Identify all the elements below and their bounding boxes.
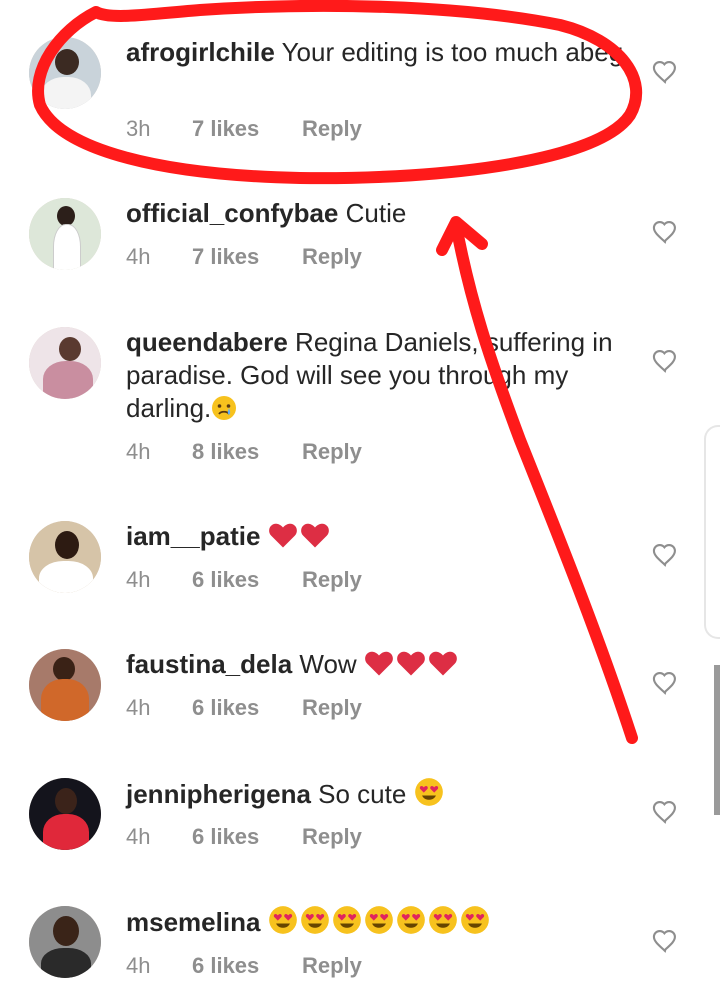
- comment-body: Wow: [292, 649, 364, 679]
- comment-meta: 4h 6 likes Reply: [126, 824, 362, 850]
- likes-count[interactable]: 6 likes: [192, 953, 302, 979]
- comment-meta: 4h 8 likes Reply: [126, 439, 362, 465]
- likes-count[interactable]: 7 likes: [192, 116, 302, 142]
- side-panel-edge: [704, 425, 720, 639]
- reply-button[interactable]: Reply: [302, 695, 362, 721]
- avatar[interactable]: [29, 778, 101, 850]
- likes-count[interactable]: 6 likes: [192, 567, 302, 593]
- avatar[interactable]: [29, 649, 101, 721]
- crying-face-emoji: [211, 395, 237, 429]
- reply-button[interactable]: Reply: [302, 116, 362, 142]
- comment-text: official_confybae Cutie: [126, 197, 636, 230]
- reply-button[interactable]: Reply: [302, 567, 362, 593]
- avatar[interactable]: [29, 906, 101, 978]
- comment-text: faustina_dela Wow: [126, 648, 636, 685]
- heart-eyes-emoji: [460, 905, 490, 943]
- likes-count[interactable]: 8 likes: [192, 439, 302, 465]
- comment-text: afrogirlchile Your editing is too much a…: [126, 36, 636, 69]
- timestamp: 3h: [126, 116, 151, 141]
- timestamp: 4h: [126, 953, 151, 978]
- timestamp: 4h: [126, 824, 151, 849]
- comment-meta: 3h 7 likes Reply: [126, 116, 362, 142]
- heart-eyes-emoji: [300, 905, 330, 943]
- heart-icon[interactable]: [651, 218, 679, 246]
- username[interactable]: iam__patie: [126, 521, 260, 551]
- comment-text: jennipherigena So cute: [126, 777, 636, 815]
- heart-icon[interactable]: [651, 798, 679, 826]
- red-heart-emoji: [396, 649, 426, 685]
- heart-icon[interactable]: [651, 347, 679, 375]
- likes-count[interactable]: 7 likes: [192, 244, 302, 270]
- reply-button[interactable]: Reply: [302, 244, 362, 270]
- comment-body: Cutie: [338, 198, 407, 228]
- reply-button[interactable]: Reply: [302, 824, 362, 850]
- scrollbar[interactable]: [714, 665, 720, 815]
- username[interactable]: jennipherigena: [126, 779, 311, 809]
- timestamp: 4h: [126, 439, 151, 464]
- comment-text: queendabere Regina Daniels, suffering in…: [126, 326, 636, 429]
- heart-eyes-emoji: [428, 905, 458, 943]
- heart-icon[interactable]: [651, 58, 679, 86]
- heart-eyes-emoji: [414, 777, 444, 815]
- red-heart-emoji: [268, 521, 298, 557]
- comment-meta: 4h 6 likes Reply: [126, 953, 362, 979]
- username[interactable]: queendabere: [126, 327, 288, 357]
- likes-count[interactable]: 6 likes: [192, 824, 302, 850]
- timestamp: 4h: [126, 244, 151, 269]
- heart-icon[interactable]: [651, 669, 679, 697]
- likes-count[interactable]: 6 likes: [192, 695, 302, 721]
- username[interactable]: official_confybae: [126, 198, 338, 228]
- avatar[interactable]: [29, 521, 101, 593]
- red-heart-emoji: [300, 521, 330, 557]
- comment-body: Your editing is too much abeg: [274, 37, 624, 67]
- avatar[interactable]: [29, 327, 101, 399]
- red-heart-emoji: [428, 649, 458, 685]
- reply-button[interactable]: Reply: [302, 953, 362, 979]
- annotation-circle: [32, 0, 643, 185]
- comment-body: [260, 521, 267, 551]
- heart-eyes-emoji: [396, 905, 426, 943]
- timestamp: 4h: [126, 567, 151, 592]
- heart-eyes-emoji: [332, 905, 362, 943]
- username[interactable]: faustina_dela: [126, 649, 292, 679]
- avatar[interactable]: [29, 37, 101, 109]
- comment-text: iam__patie: [126, 520, 636, 557]
- heart-eyes-emoji: [268, 905, 298, 943]
- comment-meta: 4h 6 likes Reply: [126, 567, 362, 593]
- username[interactable]: afrogirlchile: [126, 37, 275, 67]
- red-annotation-overlay: [32, 0, 643, 744]
- heart-icon[interactable]: [651, 541, 679, 569]
- reply-button[interactable]: Reply: [302, 439, 362, 465]
- heart-eyes-emoji: [364, 905, 394, 943]
- comment-body: [260, 907, 267, 937]
- heart-icon[interactable]: [651, 927, 679, 955]
- comment-body: So cute: [310, 779, 414, 809]
- timestamp: 4h: [126, 695, 151, 720]
- username[interactable]: msemelina: [126, 907, 260, 937]
- comment-meta: 4h 7 likes Reply: [126, 244, 362, 270]
- avatar[interactable]: [29, 198, 101, 270]
- comment-meta: 4h 6 likes Reply: [126, 695, 362, 721]
- comment-text: msemelina: [126, 905, 636, 943]
- red-heart-emoji: [364, 649, 394, 685]
